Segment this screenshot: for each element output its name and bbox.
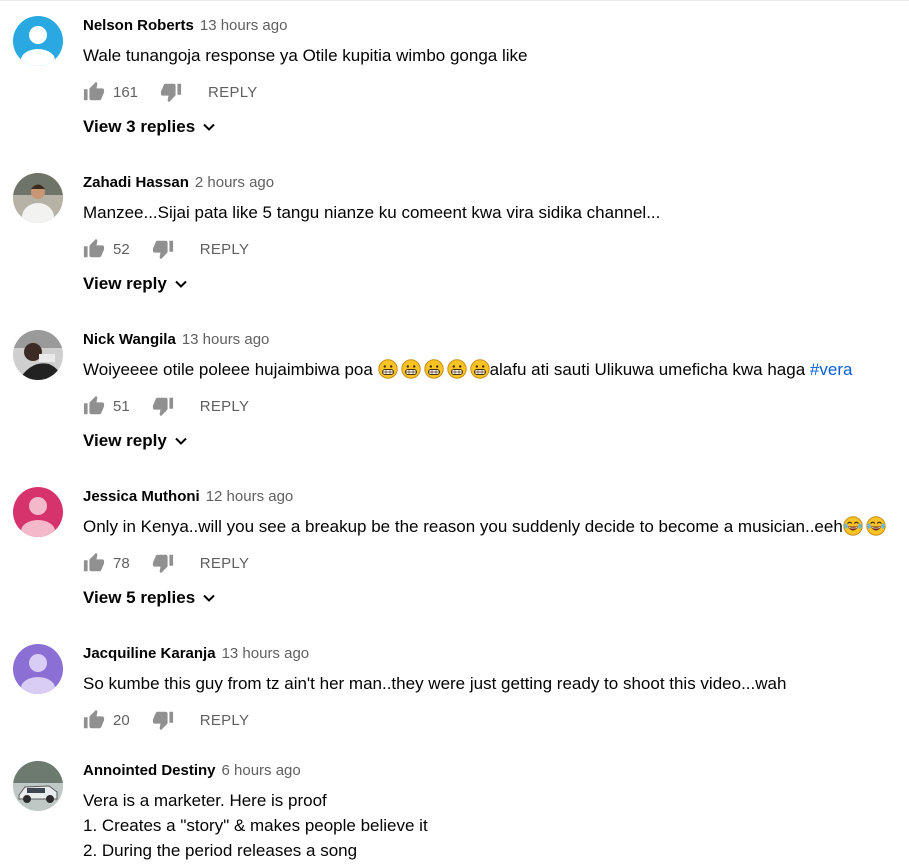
hashtag-link[interactable]: #vera <box>810 360 853 379</box>
reply-button[interactable]: REPLY <box>200 555 250 572</box>
comment-actions: 20 REPLY <box>83 708 249 732</box>
view-replies-label: View 3 replies <box>83 117 196 136</box>
grinning-emoji <box>446 359 467 379</box>
chevron-down-icon <box>201 119 217 135</box>
timestamp[interactable]: 6 hours ago <box>222 762 301 779</box>
view-replies-button[interactable]: View reply <box>83 274 189 294</box>
comment-text: Manzee...Sijai pata like 5 tangu nianze … <box>83 203 661 222</box>
reply-button[interactable]: REPLY <box>200 712 250 729</box>
laughing-emoji <box>866 516 886 536</box>
comment-text-line: Vera is a marketer. Here is proof <box>83 791 327 810</box>
avatar[interactable] <box>13 644 63 694</box>
author-name[interactable]: Annointed Destiny <box>83 762 216 779</box>
dislike-icon[interactable] <box>152 395 174 417</box>
timestamp[interactable]: 2 hours ago <box>195 174 274 191</box>
view-replies-label: View 5 replies <box>83 588 196 607</box>
author-name[interactable]: Nelson Roberts <box>83 17 194 34</box>
comment-text: Woiyeeee otile poleee hujaimbiwa poa ala… <box>83 357 852 382</box>
reply-button[interactable]: REPLY <box>200 398 250 415</box>
dislike-icon[interactable] <box>152 709 174 731</box>
view-replies-button[interactable]: View reply <box>83 431 189 451</box>
timestamp[interactable]: 13 hours ago <box>182 331 270 348</box>
comment-actions: 52 REPLY <box>83 237 249 261</box>
avatar[interactable] <box>13 16 63 66</box>
comment-text: So kumbe this guy from tz ain't her man.… <box>83 674 787 693</box>
dislike-icon[interactable] <box>152 552 174 574</box>
comment-header: Jacquiline Karanja 13 hours ago <box>83 645 309 662</box>
grinning-emoji <box>377 359 398 379</box>
laughing-emoji <box>843 516 863 536</box>
timestamp[interactable]: 13 hours ago <box>200 17 288 34</box>
avatar[interactable] <box>13 487 63 537</box>
comment-text: Wale tunangoja response ya Otile kupitia… <box>83 46 528 65</box>
dislike-icon[interactable] <box>160 81 182 103</box>
like-count: 20 <box>113 711 130 729</box>
grinning-emoji <box>400 359 421 379</box>
chevron-down-icon <box>173 433 189 449</box>
like-count: 51 <box>113 397 130 415</box>
like-count: 52 <box>113 240 130 258</box>
comment-text-end: alafu ati sauti Ulikuwa umeficha kwa hag… <box>489 360 806 379</box>
author-name[interactable]: Zahadi Hassan <box>83 174 189 191</box>
dislike-icon[interactable] <box>152 238 174 260</box>
author-name[interactable]: Jacquiline Karanja <box>83 645 216 662</box>
comment-header: Nick Wangila 13 hours ago <box>83 331 269 348</box>
comment-actions: 161 REPLY <box>83 80 258 104</box>
like-icon[interactable] <box>83 238 105 260</box>
comment-text-line: 2. During the period releases a song <box>83 841 358 860</box>
comment-header: Zahadi Hassan 2 hours ago <box>83 174 274 191</box>
comment-text: Only in Kenya..will you see a breakup be… <box>83 514 889 539</box>
comment-text-main: Only in Kenya..will you see a breakup be… <box>83 517 843 536</box>
view-replies-label: View reply <box>83 431 167 450</box>
avatar[interactable] <box>13 330 63 380</box>
comment-text-start: Woiyeeee otile poleee hujaimbiwa poa <box>83 360 373 379</box>
like-icon[interactable] <box>83 552 105 574</box>
view-replies-button[interactable]: View 5 replies <box>83 588 217 608</box>
comment-actions: 51 REPLY <box>83 394 249 418</box>
author-name[interactable]: Jessica Muthoni <box>83 488 200 505</box>
like-icon[interactable] <box>83 81 105 103</box>
reply-button[interactable]: REPLY <box>200 241 250 258</box>
like-icon[interactable] <box>83 709 105 731</box>
chevron-down-icon <box>173 276 189 292</box>
avatar[interactable] <box>13 761 63 811</box>
view-replies-button[interactable]: View 3 replies <box>83 117 217 137</box>
avatar[interactable] <box>13 173 63 223</box>
top-divider <box>0 0 909 1</box>
author-name[interactable]: Nick Wangila <box>83 331 176 348</box>
comment-header: Annointed Destiny 6 hours ago <box>83 762 301 779</box>
comment-actions: 78 REPLY <box>83 551 249 575</box>
comment-text-line: 1. Creates a "story" & makes people beli… <box>83 816 428 835</box>
view-replies-label: View reply <box>83 274 167 293</box>
reply-button[interactable]: REPLY <box>208 84 258 101</box>
chevron-down-icon <box>201 590 217 606</box>
timestamp[interactable]: 13 hours ago <box>222 645 310 662</box>
comment-header: Nelson Roberts 13 hours ago <box>83 17 287 34</box>
grinning-emoji <box>469 359 490 379</box>
emoji-group <box>377 359 490 379</box>
timestamp[interactable]: 12 hours ago <box>206 488 294 505</box>
like-icon[interactable] <box>83 395 105 417</box>
like-count: 78 <box>113 554 130 572</box>
like-count: 161 <box>113 83 139 101</box>
grinning-emoji <box>423 359 444 379</box>
comment-header: Jessica Muthoni 12 hours ago <box>83 488 293 505</box>
